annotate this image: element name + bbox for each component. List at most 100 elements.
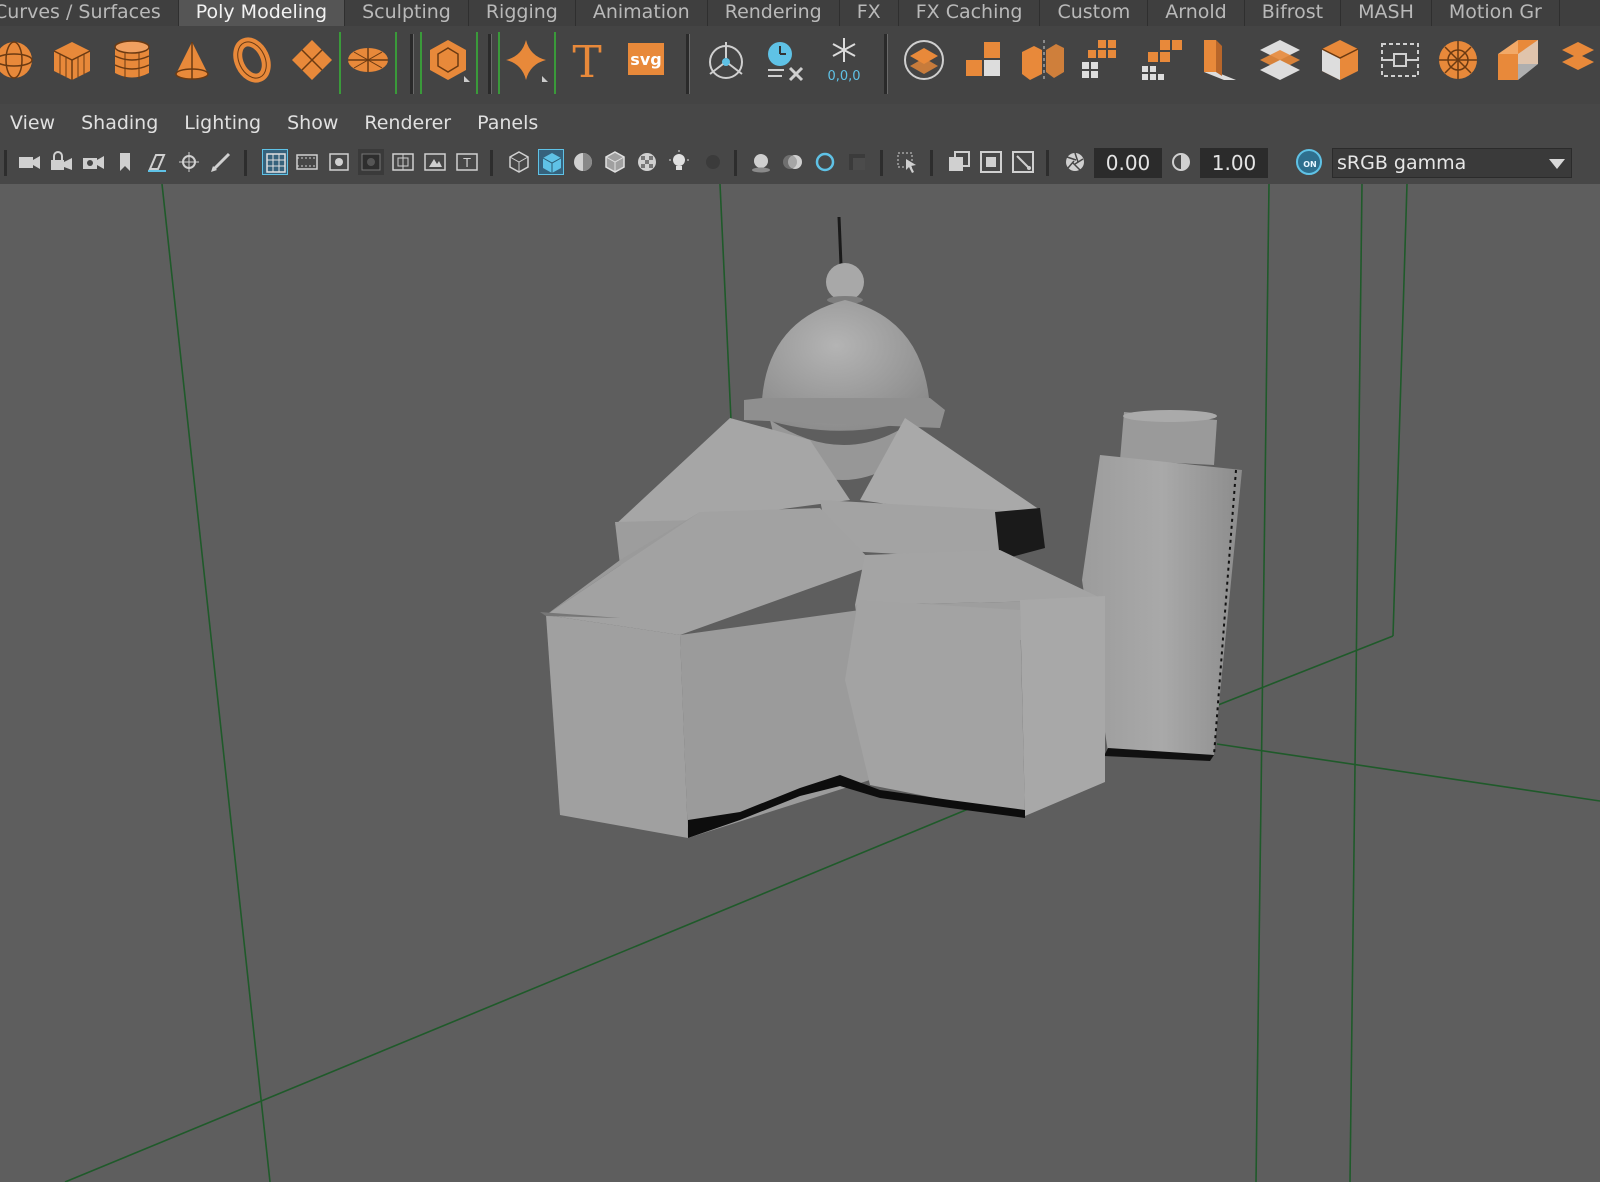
shelf-tab-curves-surfaces[interactable]: Curves / Surfaces	[0, 0, 179, 26]
shelf-tab-poly-modeling[interactable]: Poly Modeling	[178, 0, 346, 26]
poly-cone-icon[interactable]	[168, 36, 216, 84]
color-management-toggle[interactable]: ON	[1296, 149, 1322, 175]
bridge-icon[interactable]	[1196, 36, 1244, 84]
use-all-lights-icon[interactable]	[666, 149, 692, 175]
toolbar-separator	[734, 150, 737, 176]
xray-active-component-icon[interactable]	[978, 149, 1004, 175]
menu-shading[interactable]: Shading	[68, 112, 171, 134]
poly-plane-icon[interactable]	[288, 36, 336, 84]
color-space-value: sRGB gamma	[1337, 152, 1467, 174]
toolbar-separator	[4, 150, 7, 176]
shelf-tab-animation[interactable]: Animation	[576, 0, 708, 26]
boolean-icon[interactable]	[1434, 36, 1482, 84]
extrude-icon[interactable]	[1256, 36, 1304, 84]
shelf-tab-bifrost[interactable]: Bifrost	[1245, 0, 1342, 26]
textured-icon[interactable]	[634, 149, 660, 175]
shelf-tab-sculpting[interactable]: Sculpting	[345, 0, 469, 26]
shelf-separator	[488, 34, 492, 94]
toolbar-separator	[930, 150, 933, 176]
camera-attributes-icon[interactable]	[80, 149, 106, 175]
target-weld-icon[interactable]	[1376, 36, 1424, 84]
3d-viewport[interactable]	[0, 184, 1600, 1182]
bookmark-icon[interactable]	[112, 149, 138, 175]
poly-cube-icon[interactable]	[48, 36, 96, 84]
shelf-icon-row: T svg 0,0,0	[0, 26, 1600, 104]
wireframe-icon[interactable]	[506, 149, 532, 175]
screen-space-ao-icon[interactable]	[748, 149, 774, 175]
shelf-tab-rigging[interactable]: Rigging	[469, 0, 576, 26]
type-text-icon[interactable]: T	[563, 36, 611, 88]
xray-icon[interactable]	[946, 149, 972, 175]
shelf-separator	[410, 34, 414, 94]
film-gate-icon[interactable]	[294, 149, 320, 175]
platonic-solid-icon[interactable]	[424, 36, 472, 84]
smooth-shade-icon[interactable]	[538, 149, 564, 175]
shelf-tab-mash[interactable]: MASH	[1341, 0, 1432, 26]
gamma-field[interactable]: 1.00	[1200, 148, 1268, 178]
building-mesh[interactable]	[540, 418, 1105, 838]
shadows-icon[interactable]	[698, 149, 724, 175]
extract-icon[interactable]	[1018, 36, 1066, 84]
wireframe-on-shaded-icon[interactable]	[602, 149, 628, 175]
center-pivot-icon[interactable]	[702, 36, 750, 84]
offset-loop-icon[interactable]	[1554, 36, 1600, 84]
exposure-icon[interactable]	[1062, 149, 1088, 175]
bevel-icon[interactable]	[1138, 36, 1186, 84]
menu-show[interactable]: Show	[274, 112, 351, 134]
toolbar-separator	[490, 150, 493, 176]
shelf-separator	[884, 34, 888, 94]
poly-torus-icon[interactable]	[228, 36, 276, 84]
poly-disc-icon[interactable]	[344, 36, 392, 84]
isolate-select-icon[interactable]	[894, 149, 920, 175]
shelf-tab-motion-graphics[interactable]: Motion Gr	[1432, 0, 1560, 26]
anti-aliasing-icon[interactable]	[812, 149, 838, 175]
resolution-gate-icon[interactable]	[326, 149, 352, 175]
panel-toolbar: T 0.00 1.00 ON sRGB gamma	[0, 142, 1600, 185]
menu-view[interactable]: View	[0, 112, 68, 134]
cylinder-mesh[interactable]	[1082, 410, 1242, 761]
2d-pan-zoom-icon[interactable]	[208, 149, 234, 175]
shelf-tab-fx-caching[interactable]: FX Caching	[899, 0, 1041, 26]
svg-text:0,0,0: 0,0,0	[827, 69, 860, 84]
poly-cylinder-icon[interactable]	[108, 36, 156, 84]
chevron-down-icon	[1549, 159, 1565, 169]
menu-lighting[interactable]: Lighting	[171, 112, 274, 134]
select-camera-icon[interactable]	[16, 149, 42, 175]
svg-text:svg: svg	[630, 50, 661, 69]
smooth-icon[interactable]	[1078, 36, 1126, 84]
viewport-canvas	[64, 184, 1600, 1182]
field-chart-icon[interactable]	[390, 149, 416, 175]
svg-text:T: T	[462, 156, 471, 170]
menu-renderer[interactable]: Renderer	[351, 112, 464, 134]
delete-history-icon[interactable]	[760, 36, 808, 84]
motion-blur-icon[interactable]	[780, 149, 806, 175]
toolbar-separator	[1046, 150, 1049, 176]
shelf-tab-arnold[interactable]: Arnold	[1148, 0, 1245, 26]
grease-pencil-icon[interactable]	[176, 149, 202, 175]
multi-cut-icon[interactable]	[1316, 36, 1364, 84]
separate-icon[interactable]	[960, 36, 1008, 84]
panel-menu-bar: View Shading Lighting Show Renderer Pane…	[0, 104, 1600, 142]
insert-loop-icon[interactable]	[1494, 36, 1542, 84]
super-shape-icon[interactable]	[502, 36, 550, 84]
default-material-icon[interactable]	[570, 149, 596, 175]
color-space-dropdown[interactable]: sRGB gamma	[1332, 148, 1572, 178]
shelf-tab-rendering[interactable]: Rendering	[708, 0, 840, 26]
svg-icon[interactable]: svg	[622, 36, 670, 84]
safe-action-icon[interactable]	[422, 149, 448, 175]
menu-panels[interactable]: Panels	[464, 112, 551, 134]
shelf-tab-fx[interactable]: FX	[840, 0, 899, 26]
combine-icon[interactable]	[900, 36, 948, 84]
poly-sphere-icon[interactable]	[0, 36, 38, 84]
freeze-transform-icon[interactable]: 0,0,0	[820, 36, 868, 84]
gamma-icon[interactable]	[1168, 149, 1194, 175]
lock-camera-icon[interactable]	[48, 149, 74, 175]
shelf-tab-custom[interactable]: Custom	[1040, 0, 1149, 26]
depth-of-field-icon[interactable]	[844, 149, 870, 175]
image-plane-icon[interactable]	[144, 149, 170, 175]
grid-icon[interactable]	[262, 149, 288, 175]
safe-title-icon[interactable]: T	[454, 149, 480, 175]
exposure-field[interactable]: 0.00	[1094, 148, 1162, 178]
gate-mask-icon[interactable]	[358, 149, 384, 175]
xray-joints-icon[interactable]	[1010, 149, 1036, 175]
